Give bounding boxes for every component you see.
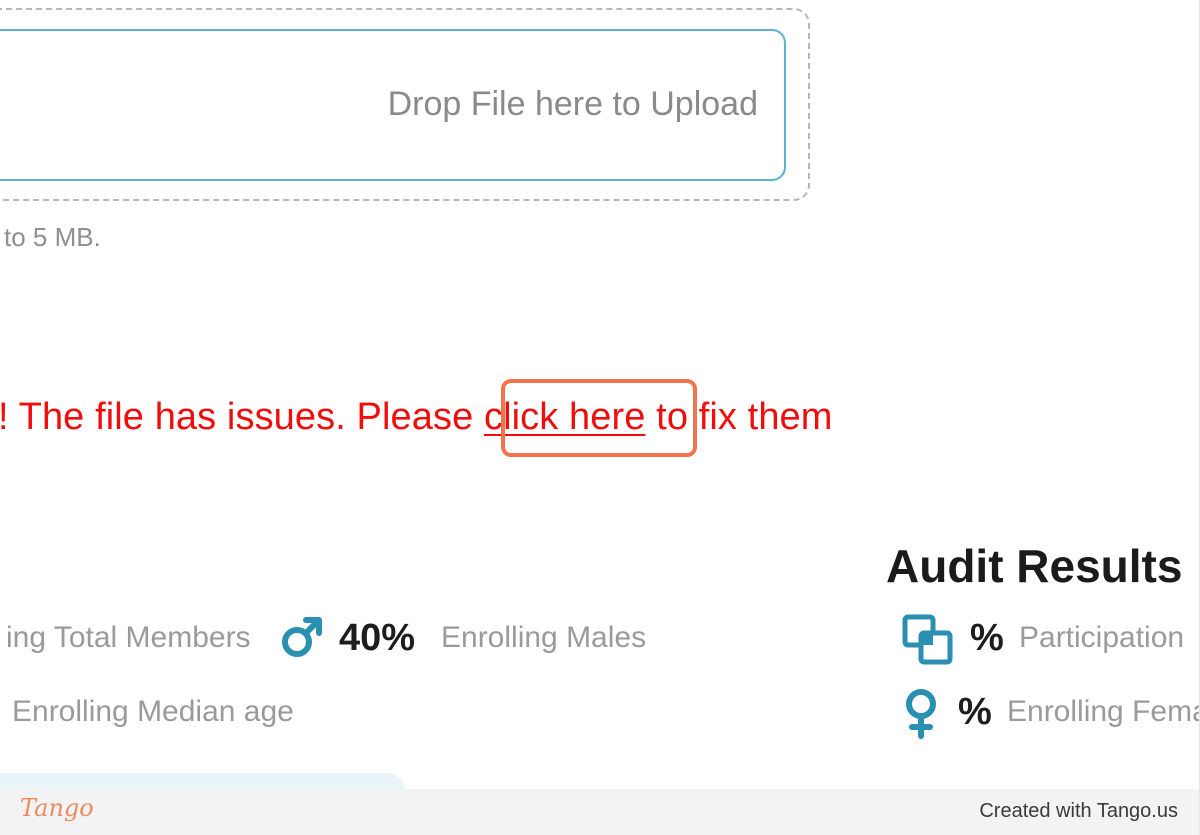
females-percentage: % bbox=[958, 691, 992, 733]
error-prefix: ! The file has issues. Please bbox=[0, 396, 484, 438]
file-error-message: ! The file has issues. Please click here… bbox=[0, 396, 833, 439]
median-age-label: Enrolling Median age bbox=[12, 695, 294, 728]
participation-percentage: % bbox=[970, 617, 1004, 659]
males-percentage: 40% bbox=[339, 617, 416, 659]
tango-logo: Tango bbox=[20, 794, 94, 822]
female-symbol-icon bbox=[902, 688, 940, 745]
upload-dropzone[interactable]: Drop File here to Upload bbox=[0, 29, 786, 181]
file-size-hint: to 5 MB. bbox=[4, 222, 101, 252]
participation-label: Participation bbox=[1019, 621, 1185, 654]
audit-results-title: Audit Results bbox=[886, 540, 1183, 592]
males-label: Enrolling Males bbox=[441, 621, 647, 654]
females-label: Enrolling Fema bbox=[1007, 695, 1200, 728]
click-here-link[interactable]: click here bbox=[484, 396, 646, 438]
total-members-label: ing Total Members bbox=[6, 621, 251, 654]
upload-drop-text: Drop File here to Upload bbox=[387, 85, 758, 123]
screenshot-stage: Drop File here to Upload to 5 MB. ! The … bbox=[0, 0, 1200, 835]
male-symbol-icon bbox=[277, 614, 325, 667]
created-with-text: Created with Tango.us bbox=[979, 800, 1178, 822]
overlapping-squares-icon bbox=[902, 614, 954, 671]
tango-footer: Tango Created with Tango.us bbox=[0, 789, 1199, 835]
error-suffix: to fix them bbox=[645, 396, 833, 438]
